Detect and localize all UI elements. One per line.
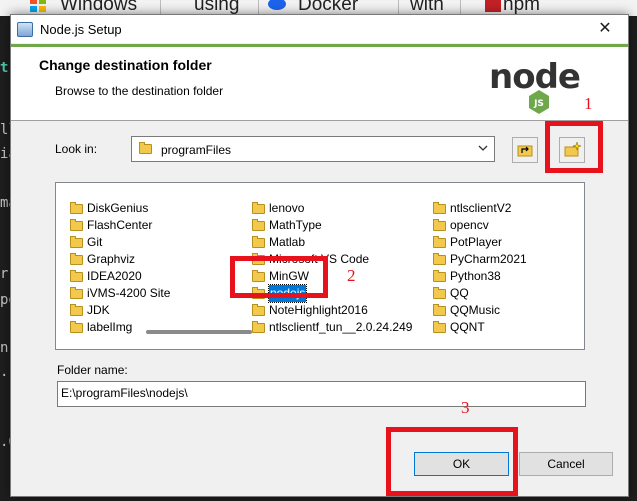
folder-icon [70,202,83,214]
folder-icon [252,236,265,248]
folder-icon [252,202,265,214]
folder-list-item-label: opencv [450,218,489,232]
folder-up-icon [517,145,533,157]
annotation-number-2: 2 [347,266,356,285]
folder-list-item-label: PyCharm2021 [450,252,527,266]
folder-icon [70,236,83,248]
folder-list-item-label: QQNT [450,320,485,334]
folder-list-item-label: QQMusic [450,303,501,317]
folder-list-item-label: lenovo [269,201,305,215]
annotation-number-1: 1 [584,94,593,113]
folder-list-item-label: labelImg [87,320,133,334]
close-button[interactable]: ✕ [582,15,628,43]
up-one-level-button[interactable] [512,137,538,163]
folder-list-item-label: Git [87,235,103,249]
annotation-box-1 [545,121,603,173]
header-title: Change destination folder [39,57,212,73]
header-subtitle: Browse to the destination folder [55,84,224,98]
folder-icon [433,236,446,248]
nodejs-logo-icon: node JS [489,57,581,114]
folder-list-item-label: JDK [87,303,110,317]
folder-list-item-label: iVMS-4200 Site [87,286,171,300]
annotation-box-3 [386,427,518,496]
chevron-down-icon [478,145,488,151]
folder-name-input[interactable]: E:\programFiles\nodejs\ [57,381,586,407]
installer-app-icon [17,22,33,37]
npm-icon [485,0,501,12]
folder-icon [433,202,446,214]
folder-list-item-label: FlashCenter [87,218,153,232]
folder-icon [70,304,83,316]
folder-icon [433,270,446,282]
folder-list-item-label: DiskGenius [87,201,149,215]
folder-icon [70,253,83,265]
folder-icon [252,321,265,333]
look-in-value: programFiles [161,143,232,157]
windows-logo-icon [30,0,46,12]
folder-icon [70,321,83,333]
folder-icon [252,304,265,316]
folder-icon [433,287,446,299]
look-in-label: Look in: [55,142,98,156]
folder-icon [252,219,265,231]
title-bar[interactable]: Node.js Setup ✕ [11,15,628,43]
window-title: Node.js Setup [40,22,122,37]
folder-list-item-label: NoteHighlight2016 [269,303,368,317]
folder-list-item-label: QQ [450,286,469,300]
annotation-number-3: 3 [461,398,470,417]
folder-list-item-label: Matlab [269,235,306,249]
folder-icon [433,219,446,231]
folder-list-item-label: Graphviz [87,252,136,266]
folder-icon [433,304,446,316]
folder-icon [433,253,446,265]
folder-list-item-label: ntlsclientf_tun__2.0.24.249 [269,320,413,334]
horizontal-scrollbar-thumb[interactable] [146,330,252,334]
folder-list-item-label: ntlsclientV2 [450,201,512,215]
docker-icon [268,0,286,10]
folder-list-item-label: Python38 [450,269,501,283]
annotation-box-2 [230,256,328,298]
look-in-dropdown[interactable]: programFiles [131,136,495,162]
folder-icon [433,321,446,333]
cancel-button[interactable]: Cancel [519,452,613,476]
folder-icon [70,219,83,231]
folder-list-item-label: PotPlayer [450,235,503,249]
folder-name-label: Folder name: [57,363,128,377]
folder-list-item-label: MathType [269,218,322,232]
dialog-header: Change destination folder Browse to the … [11,47,628,121]
folder-icon [139,142,152,154]
folder-icon [70,270,83,282]
folder-list-item-label: IDEA2020 [87,269,142,283]
logo-sub: JS [533,99,544,109]
folder-icon [70,287,83,299]
logo-text: node [489,57,580,97]
